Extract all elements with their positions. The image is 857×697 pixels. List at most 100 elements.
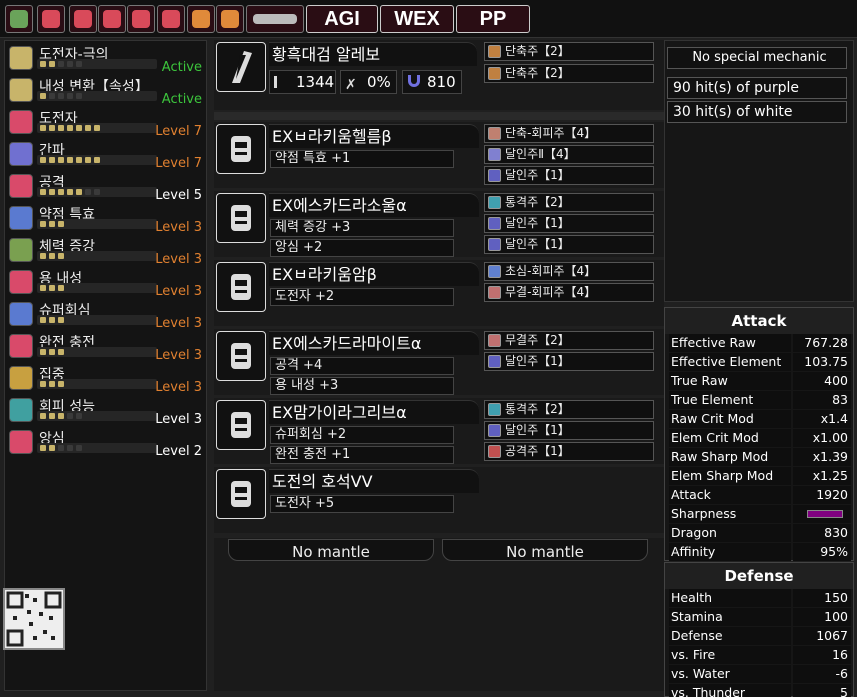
skill-pip [58,189,64,195]
deco-label: 달인주【1】 [505,423,570,437]
skill-pip [40,445,46,451]
armor-name: EX에스카드라소울α [269,193,479,217]
skill-pip [40,413,46,419]
qr-code [3,588,65,650]
attack-stat-row: True Element 83 [667,391,851,409]
skill-row[interactable]: 용 내성 Level 3 [7,267,206,299]
deco-icon [488,265,501,278]
armor-skill: 용 내성 +3 [270,377,454,395]
skill-pip [76,93,82,99]
skill-pip [76,157,82,163]
armor-skill: 체력 증강 +3 [270,219,454,237]
armor-card[interactable]: EX에스카드라마이트α 공격 +4 용 내성 +3 무결주【2】 달인주【1】 [214,329,664,395]
armor-card[interactable]: EX맘가이라그리브α 슈퍼회심 +2 완전 충전 +1 통격주【2】 달인주【1】 공격주… [214,398,664,464]
stat-label: Effective Element [669,353,791,371]
decoration-slot[interactable]: 달인주【1】 [484,421,654,440]
skill-pip [40,125,46,131]
mantle-slot-1[interactable]: No mantle [228,539,434,561]
deco-icon [488,45,501,58]
skill-row[interactable]: 체력 증강 Level 3 [7,235,206,267]
skill-row[interactable]: 내성 변환【속성】 Active [7,75,206,107]
decoration-slot[interactable]: 통격주【2】 [484,400,654,419]
skill-row[interactable]: 슈퍼회심 Level 3 [7,299,206,331]
weapon-deco-1[interactable]: 단축주【2】 [484,42,654,61]
skill-pip [76,125,82,131]
attack-stat-row: Sharpness [667,505,851,523]
skill-level-bar [37,219,157,229]
stat-value: 100 [793,608,851,626]
decoration-slot[interactable]: 통격주【2】 [484,193,654,212]
skill-pip [76,445,82,451]
decoration-slot[interactable]: 초심-회피주【4】 [484,262,654,281]
armor-name: EX맘가이라그리브α [269,400,479,424]
armor-skill: 앙심 +2 [270,239,454,257]
skill-pip [76,61,82,67]
skill-level: Level 7 [155,124,202,139]
skill-row[interactable]: 도전자-극의 Active [7,43,206,75]
skill-pip [40,157,46,163]
skill-pip [49,349,55,355]
deco-label: 초심-회피주【4】 [505,264,597,278]
skill-row[interactable]: 공격 Level 5 [7,171,206,203]
skill-pip [58,445,64,451]
deco-icon [488,127,501,140]
book-icon[interactable] [69,5,97,33]
defense-stat-row: vs. Fire 16 [667,646,851,664]
stat-value: 103.75 [793,353,851,371]
armor-card[interactable]: 도전의 호석ⅤⅤ 도전자 +5 [214,467,664,533]
skill-icon [9,366,33,390]
armor-card[interactable]: EXㅂ라키움헬름β 약점 특효 +1 단축-회피주【4】 달인주Ⅱ【4】 달인주【1】 [214,122,664,188]
stat-value: 400 [793,372,851,390]
decoration-slot[interactable]: 달인주【1】 [484,352,654,371]
weapon-attack: 1344 [269,70,336,94]
wex-button[interactable]: WEX [380,5,454,33]
agi-button[interactable]: AGI [306,5,378,33]
skill-level-bar [37,123,157,133]
decoration-slot[interactable]: 달인주【1】 [484,235,654,254]
armor-card[interactable]: EXㅂ라키움암β 도전자 +2 초심-회피주【4】 무결-회피주【4】 [214,260,664,326]
decoration-slot[interactable]: 달인주Ⅱ【4】 [484,145,654,164]
skill-pip [49,285,55,291]
skill-pip [85,157,91,163]
armor-skill: 약점 특효 +1 [270,150,454,168]
skill-row[interactable]: 집중 Level 3 [7,363,206,395]
stat-value: x1.00 [793,429,851,447]
heart-icon[interactable] [157,5,185,33]
skill-row[interactable]: 약점 특효 Level 3 [7,203,206,235]
skill-row[interactable]: 완전 충전 Level 3 [7,331,206,363]
skill-row[interactable]: 간파 Level 7 [7,139,206,171]
deco-icon [488,217,501,230]
pot-icon[interactable] [127,5,155,33]
skill-level-bar [37,443,157,453]
armor-skill: 완전 충전 +1 [270,446,454,464]
spoon-icon[interactable] [37,5,65,33]
slot-icon[interactable] [5,5,33,33]
weapon-card[interactable]: 황흑대검 알레보 1344 ✗ 0% 810 단축주【2】 단축주【2】 [214,40,664,110]
decoration-slot[interactable]: 무결-회피주【4】 [484,283,654,302]
skill-row[interactable]: 도전자 Level 7 [7,107,206,139]
skill-level-bar [37,155,157,165]
waist-icon [216,331,266,381]
potion-icon[interactable] [98,5,126,33]
decoration-slot[interactable]: 무결주【2】 [484,331,654,350]
decoration-slot[interactable]: 단축-회피주【4】 [484,124,654,143]
decoration-slot[interactable]: 공격주【1】 [484,442,654,461]
skill-row[interactable]: 회피 성능 Level 3 [7,395,206,427]
flask-icon[interactable] [187,5,215,33]
pp-button[interactable]: PP [456,5,530,33]
weapon-deco-2[interactable]: 단축주【2】 [484,64,654,83]
helm-icon [216,124,266,174]
defense-stat-row: vs. Thunder 5 [667,684,851,697]
mustache-icon[interactable] [216,5,244,33]
deco-icon [488,238,501,251]
decoration-slot[interactable]: 달인주【1】 [484,166,654,185]
skill-level-bar [37,187,157,197]
hammer-icon[interactable] [246,5,304,33]
defense-header: Defense [665,563,853,589]
skill-pip [76,189,82,195]
attack-header: Attack [665,308,853,334]
mantle-slot-2[interactable]: No mantle [442,539,648,561]
skill-row[interactable]: 앙심 Level 2 [7,427,206,459]
decoration-slot[interactable]: 달인주【1】 [484,214,654,233]
armor-card[interactable]: EX에스카드라소울α 체력 증강 +3 앙심 +2 통격주【2】 달인주【1】 달인주【1… [214,191,664,257]
